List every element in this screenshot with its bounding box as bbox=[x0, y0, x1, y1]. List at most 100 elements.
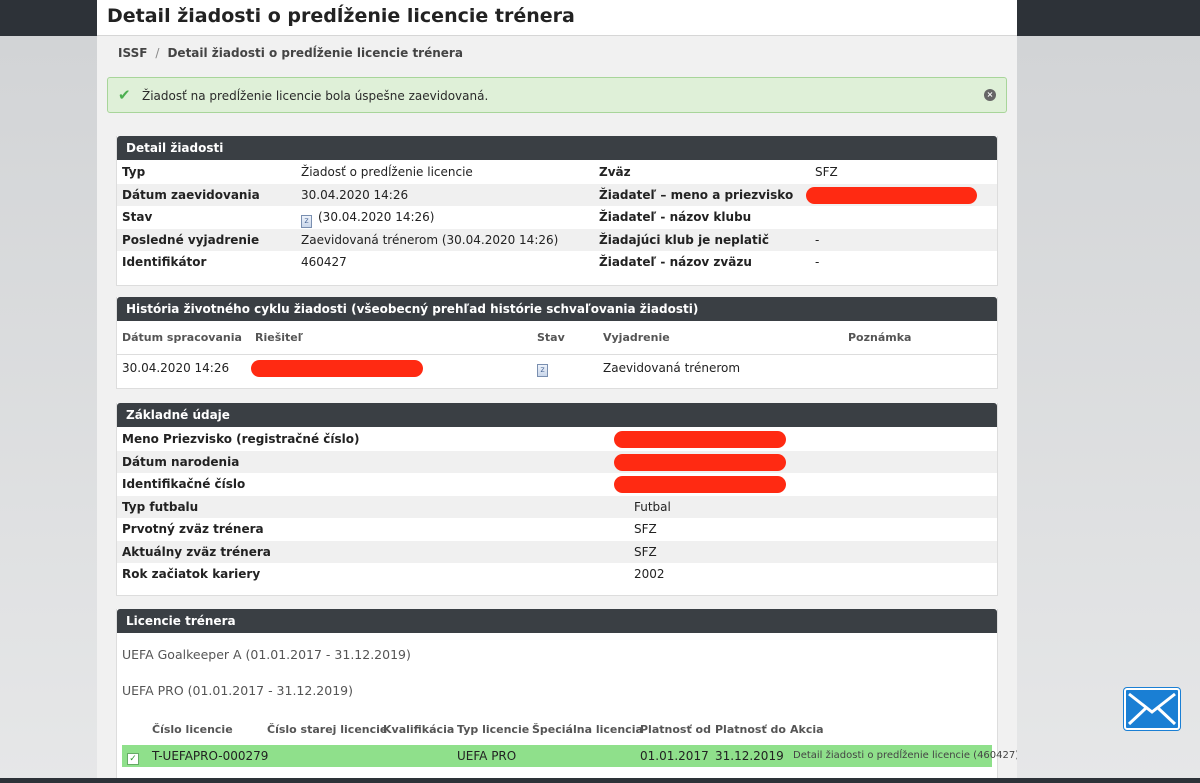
column-header[interactable]: Číslo starej licencie bbox=[267, 723, 387, 736]
breadcrumb-separator: / bbox=[155, 46, 160, 60]
licenses-panel: Licencie trénera UEFA Goalkeeper A (01.0… bbox=[116, 609, 1017, 783]
license-group[interactable]: UEFA PRO (01.01.2017 - 31.12.2019) bbox=[117, 683, 353, 698]
column-header[interactable]: Číslo licencie bbox=[152, 723, 233, 736]
table-row[interactable]: ✓ T-UEFAPRO-000279 UEFA PRO 01.01.2017 3… bbox=[122, 745, 1017, 767]
detail-value: - bbox=[815, 255, 820, 269]
column-header[interactable]: Stav bbox=[537, 331, 565, 344]
right-background bbox=[1017, 36, 1200, 783]
basic-label: Typ futbalu bbox=[122, 499, 199, 514]
checkbox-icon[interactable]: ✓ bbox=[127, 753, 139, 765]
table-row: 30.04.2020 14:26 Z Zaevidovaná trénerom bbox=[117, 355, 997, 381]
redaction-mark bbox=[614, 431, 786, 448]
detail-value: Zaevidovaná trénerom (30.04.2020 14:26) bbox=[301, 232, 559, 247]
detail-label: Žiadateľ - názov klubu bbox=[599, 210, 752, 224]
left-background bbox=[0, 36, 97, 783]
license-group[interactable]: UEFA Goalkeeper A (01.01.2017 - 31.12.20… bbox=[117, 647, 411, 662]
basic-label: Identifikačné číslo bbox=[122, 477, 246, 491]
detail-label: Stav bbox=[122, 210, 153, 224]
license-type: UEFA PRO bbox=[457, 749, 517, 763]
redaction-mark bbox=[251, 360, 423, 377]
detail-label: Žiadateľ - názov zväzu bbox=[599, 255, 752, 269]
license-valid-to: 31.12.2019 bbox=[715, 749, 784, 763]
history-status: Z bbox=[537, 359, 554, 377]
detail-label: Žiadajúci klub je neplatič bbox=[599, 232, 769, 247]
detail-value: 30.04.2020 14:26 bbox=[301, 187, 409, 202]
basic-label: Dátum narodenia bbox=[122, 454, 240, 469]
history-statement: Zaevidovaná trénerom bbox=[603, 361, 741, 375]
breadcrumb: ISSF / Detail žiadosti o predĺženie licenc… bbox=[118, 46, 463, 60]
licenses-panel-title: Licencie trénera bbox=[117, 609, 997, 633]
detail-row-last-statement: Posledné vyjadrenie Zaevidovaná trénerom… bbox=[117, 228, 997, 251]
license-valid-from: 01.01.2017 bbox=[640, 749, 709, 763]
history-table-header: Dátum spracovania Riešiteľ Stav Vyjadren… bbox=[117, 321, 997, 355]
mail-icon[interactable] bbox=[1124, 688, 1180, 730]
column-header[interactable]: Kvalifikácia bbox=[383, 723, 454, 736]
redaction-mark bbox=[806, 186, 977, 204]
basic-info-rows: Meno Priezvisko (registračné číslo) Dátu… bbox=[117, 427, 997, 586]
basic-label: Rok začiatok kariery bbox=[122, 567, 261, 581]
row-checkbox[interactable]: ✓ bbox=[127, 750, 139, 765]
history-panel: História životného cyklu žiadosti (všeob… bbox=[116, 297, 998, 389]
column-header[interactable]: Poznámka bbox=[848, 331, 911, 344]
detail-row-status: Stav Z (30.04.2020 14:26) Žiadateľ - názo… bbox=[117, 206, 997, 229]
column-header[interactable]: Akcia bbox=[790, 723, 824, 736]
detail-label: Žiadateľ – meno a priezvisko bbox=[599, 187, 794, 202]
license-action-link[interactable]: Detail žiadosti o predĺženie licencie (4… bbox=[793, 750, 1017, 761]
license-table-header: Číslo licencie Číslo starej licencie Kva… bbox=[117, 713, 997, 743]
detail-label: Posledné vyjadrenie bbox=[122, 232, 260, 247]
basic-row: Identifikačné číslo bbox=[117, 473, 997, 496]
column-header[interactable]: Platnosť do bbox=[715, 723, 786, 736]
check-icon: ✔ bbox=[118, 86, 131, 104]
redaction-mark bbox=[614, 476, 786, 493]
detail-label: Identifikátor bbox=[122, 255, 207, 269]
column-header[interactable]: Typ licencie bbox=[457, 723, 529, 736]
breadcrumb-root[interactable]: ISSF bbox=[118, 46, 147, 60]
basic-row: Prvotný zväz trénera SFZ bbox=[117, 518, 997, 541]
history-panel-title: História životného cyklu žiadosti (všeob… bbox=[117, 297, 997, 321]
document-icon[interactable]: Z bbox=[301, 215, 312, 228]
detail-value: SFZ bbox=[815, 165, 838, 179]
detail-label: Zväz bbox=[599, 165, 631, 179]
status-date: (30.04.2020 14:26) bbox=[318, 210, 435, 224]
basic-row: Dátum narodenia bbox=[117, 450, 997, 473]
alert-message: Žiadosť na predĺženie licencie bola úspe… bbox=[142, 89, 489, 103]
detail-value: Z (30.04.2020 14:26) bbox=[301, 206, 434, 229]
basic-value: SFZ bbox=[634, 544, 657, 559]
column-header[interactable]: Platnosť od bbox=[640, 723, 711, 736]
detail-panel-title: Detail žiadosti bbox=[117, 136, 997, 160]
column-header[interactable]: Vyjadrenie bbox=[603, 331, 670, 344]
document-icon[interactable]: Z bbox=[537, 364, 548, 377]
detail-panel: Detail žiadosti Typ Žiadosť o predĺženie… bbox=[116, 136, 998, 286]
basic-label: Meno Priezvisko (registračné číslo) bbox=[122, 432, 360, 446]
basic-info-panel: Základné údaje Meno Priezvisko (registra… bbox=[116, 403, 998, 596]
history-date: 30.04.2020 14:26 bbox=[122, 361, 230, 375]
basic-row: Typ futbalu Futbal bbox=[117, 495, 997, 518]
basic-row: Aktuálny zväz trénera SFZ bbox=[117, 540, 997, 563]
basic-info-panel-title: Základné údaje bbox=[117, 403, 997, 427]
bottom-bar bbox=[0, 778, 1200, 783]
basic-row: Rok začiatok kariery 2002 bbox=[117, 563, 997, 586]
close-icon[interactable]: × bbox=[984, 89, 996, 101]
redaction-mark bbox=[614, 453, 786, 471]
license-number: T-UEFAPRO-000279 bbox=[152, 749, 269, 763]
detail-row-date: Dátum zaevidovania 30.04.2020 14:26 Žiad… bbox=[117, 183, 997, 206]
page-content: Detail žiadosti o predĺženie licencie tr… bbox=[97, 0, 1017, 783]
column-header[interactable]: Špeciálna licencia bbox=[532, 723, 643, 736]
detail-value: - bbox=[815, 232, 820, 247]
column-header[interactable]: Dátum spracovania bbox=[122, 331, 242, 344]
basic-row: Meno Priezvisko (registračné číslo) bbox=[117, 428, 997, 451]
detail-rows: Typ Žiadosť o predĺženie licencie Zväz S… bbox=[117, 160, 997, 274]
page-title: Detail žiadosti o predĺženie licencie tr… bbox=[107, 5, 575, 27]
breadcrumb-current: Detail žiadosti o predĺženie licencie tr… bbox=[167, 46, 463, 60]
detail-row-type: Typ Žiadosť o predĺženie licencie Zväz S… bbox=[117, 161, 997, 184]
detail-row-identifier: Identifikátor 460427 Žiadateľ - názov zv… bbox=[117, 251, 997, 274]
success-alert: ✔ Žiadosť na predĺženie licencie bola ús… bbox=[107, 77, 1007, 113]
detail-value: Žiadosť o predĺženie licencie bbox=[301, 165, 473, 179]
detail-label: Typ bbox=[122, 165, 146, 179]
basic-label: Aktuálny zväz trénera bbox=[122, 544, 271, 559]
detail-label: Dátum zaevidovania bbox=[122, 187, 260, 202]
title-bar: Detail žiadosti o predĺženie licencie tr… bbox=[97, 0, 1017, 36]
detail-value: 460427 bbox=[301, 255, 347, 269]
column-header[interactable]: Riešiteľ bbox=[255, 331, 303, 344]
basic-label: Prvotný zväz trénera bbox=[122, 522, 264, 536]
